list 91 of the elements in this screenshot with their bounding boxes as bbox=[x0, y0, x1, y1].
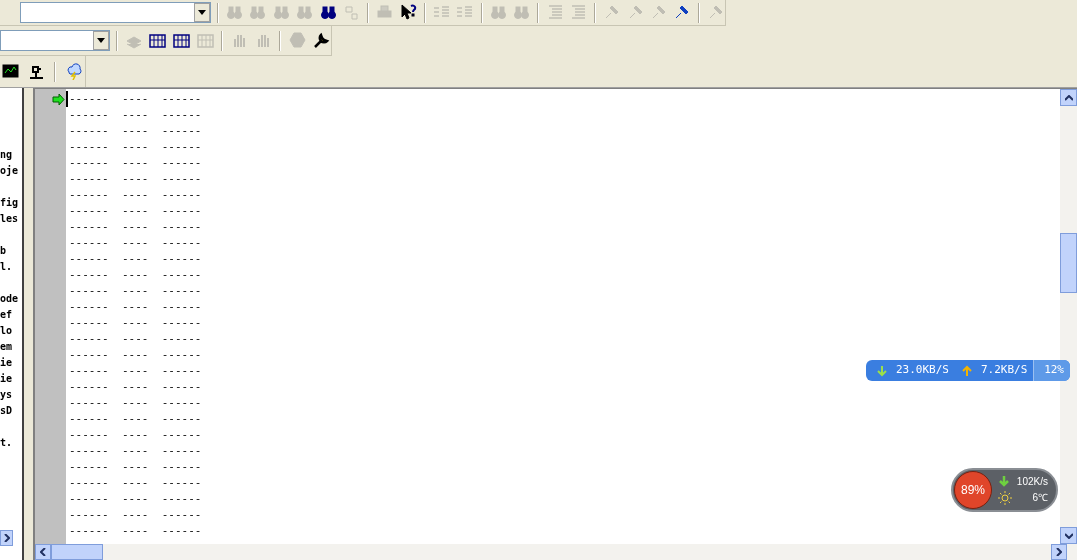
dropdown-button[interactable] bbox=[92, 31, 109, 50]
memory-percent: 89% bbox=[954, 471, 992, 509]
tree-item[interactable]: fig bbox=[0, 195, 22, 211]
code-line: ------ ---- ------ bbox=[68, 507, 202, 523]
code-line: ------ ---- ------ bbox=[68, 299, 202, 315]
chevron-down-icon bbox=[1064, 532, 1073, 539]
scroll-right-button[interactable] bbox=[0, 530, 13, 546]
code-line: ------ ---- ------ bbox=[68, 155, 202, 171]
code-line: ------ ---- ------ bbox=[68, 475, 202, 491]
code-line: ------ ---- ------ bbox=[68, 171, 202, 187]
horizontal-scrollbar[interactable] bbox=[35, 544, 1077, 560]
tree-item[interactable]: oje bbox=[0, 163, 22, 179]
code-line: ------ ---- ------ bbox=[68, 459, 202, 475]
caret-down-icon bbox=[96, 38, 105, 43]
cloud-lightning-icon bbox=[65, 63, 83, 80]
toolbar-button[interactable] bbox=[398, 2, 418, 23]
code-line: ------ ---- ------ bbox=[68, 427, 202, 443]
tree-item[interactable]: t. bbox=[0, 435, 22, 451]
tree-item[interactable]: ng bbox=[0, 147, 22, 163]
code-line: ------ ---- ------ bbox=[68, 363, 202, 379]
arrow-up-icon bbox=[961, 364, 973, 377]
code-line: ------ ---- ------ bbox=[68, 107, 202, 123]
code-line: ------ ---- ------ bbox=[68, 203, 202, 219]
code-line: ------ ---- ------ bbox=[68, 379, 202, 395]
code-line: ------ ---- ------ bbox=[68, 443, 202, 459]
grid-icon bbox=[196, 32, 214, 49]
grid-icon bbox=[172, 32, 190, 49]
code-line: ------ ---- ------ bbox=[68, 235, 202, 251]
binoculars-icon bbox=[489, 4, 507, 21]
tree-item[interactable]: l. bbox=[0, 259, 22, 275]
tree-item[interactable]: sD bbox=[0, 403, 22, 419]
scroll-left-button[interactable] bbox=[35, 544, 51, 560]
tree-item[interactable]: ie bbox=[0, 355, 22, 371]
code-line: ------ ---- ------ bbox=[66, 91, 202, 107]
chevron-right-icon bbox=[3, 534, 10, 542]
arrow-down-icon bbox=[998, 475, 1010, 487]
code-line: ------ ---- ------ bbox=[68, 523, 202, 539]
wrench-icon bbox=[312, 32, 330, 49]
list-icon bbox=[569, 4, 587, 21]
chevron-right-icon bbox=[1056, 548, 1062, 556]
tree-item[interactable]: ode bbox=[0, 291, 22, 307]
code-line: ------ ---- ------ bbox=[68, 123, 202, 139]
code-line: ------ ---- ------ bbox=[68, 347, 202, 363]
printer-icon bbox=[376, 4, 394, 21]
code-line: ------ ---- ------ bbox=[68, 219, 202, 235]
code-line: ------ ---- ------ bbox=[68, 315, 202, 331]
tree-item[interactable]: les bbox=[0, 211, 22, 227]
grid-icon bbox=[148, 32, 166, 49]
cpu-usage: 12% bbox=[1033, 360, 1070, 381]
network-speed: 102K/s bbox=[1016, 476, 1048, 488]
code-line: ------ ---- ------ bbox=[68, 395, 202, 411]
caret-down-icon bbox=[197, 10, 206, 15]
scroll-up-button[interactable] bbox=[1060, 89, 1077, 106]
list-icon bbox=[546, 4, 564, 21]
hexagon-icon bbox=[288, 32, 306, 49]
code-line: ------ ---- ------ bbox=[68, 139, 202, 155]
tree-item[interactable]: lo bbox=[0, 323, 22, 339]
chevron-up-icon bbox=[1064, 94, 1073, 101]
network-monitor-widget[interactable]: 23.0KB/S 7.2KB/S 12% bbox=[866, 360, 1070, 381]
scroll-right-button[interactable] bbox=[1051, 544, 1067, 560]
tree-item[interactable]: ef bbox=[0, 307, 22, 323]
tree-item[interactable]: b bbox=[0, 243, 22, 259]
scroll-thumb[interactable] bbox=[51, 544, 103, 560]
scroll-thumb[interactable] bbox=[1060, 232, 1077, 293]
speed-ball-widget[interactable]: 89% 102K/s 6℃ bbox=[951, 468, 1058, 512]
chevron-left-icon bbox=[40, 548, 46, 556]
sun-icon bbox=[998, 491, 1012, 505]
dropdown-button[interactable] bbox=[193, 3, 210, 22]
binoculars-icon bbox=[272, 4, 290, 21]
binoculars-icon bbox=[513, 4, 531, 21]
scroll-down-button[interactable] bbox=[1060, 527, 1077, 544]
code-line: ------ ---- ------ bbox=[68, 267, 202, 283]
binoculars-icon bbox=[296, 4, 314, 21]
tree-item[interactable]: ie bbox=[0, 371, 22, 387]
code-line: ------ ---- ------ bbox=[68, 187, 202, 203]
upload-speed: 7.2KB/S bbox=[981, 362, 1028, 379]
binoculars-icon bbox=[226, 4, 244, 21]
code-line: ------ ---- ------ bbox=[68, 251, 202, 267]
arrow-down-icon bbox=[876, 364, 888, 377]
download-speed: 23.0KB/S bbox=[896, 362, 949, 379]
code-line: ------ ---- ------ bbox=[68, 331, 202, 347]
tree-item[interactable]: ys bbox=[0, 387, 22, 403]
code-line: ------ ---- ------ bbox=[68, 411, 202, 427]
pointer-question-icon bbox=[399, 4, 417, 21]
binoculars-icon bbox=[319, 4, 337, 21]
monitor-icon bbox=[1, 63, 19, 80]
code-line: ------ ---- ------ bbox=[68, 283, 202, 299]
tree-item[interactable]: em bbox=[0, 339, 22, 355]
binoculars-icon bbox=[249, 4, 267, 21]
temperature: 6℃ bbox=[1032, 492, 1048, 504]
code-line: ------ ---- ------ bbox=[68, 491, 202, 507]
